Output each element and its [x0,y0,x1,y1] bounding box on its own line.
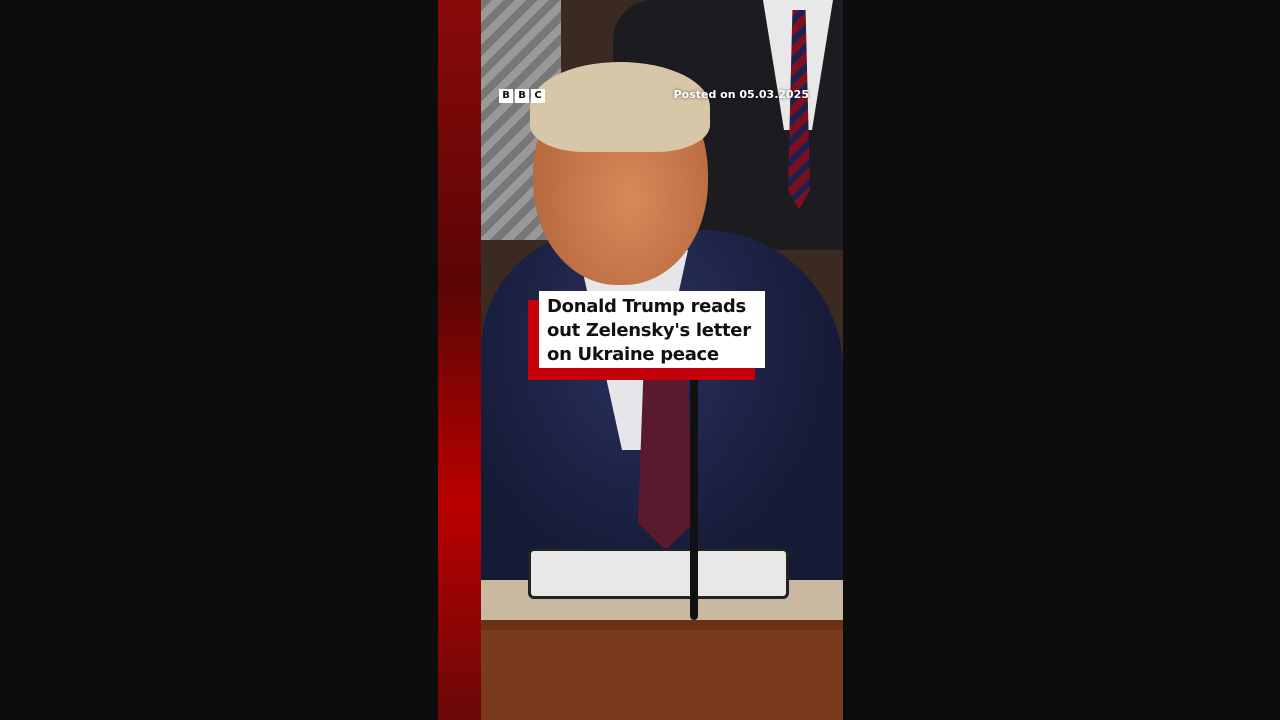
speaker-tie [638,370,693,550]
speaker-hair [530,62,710,152]
caption-line: Donald Trump reads [547,296,746,317]
caption-line: out Zelensky's letter [547,320,751,341]
video-player[interactable]: BBC Posted on 05.03.2025 Donald Trump re… [438,0,843,720]
bbc-logo: BBC [499,89,545,103]
binder [528,548,789,599]
posted-date: Posted on 05.03.2025 [673,88,809,101]
red-strip [438,0,481,720]
caption-box: Donald Trump reads out Zelensky's letter… [539,291,765,368]
caption-line: on Ukraine peace [547,344,719,365]
podium [481,580,843,720]
microphone [690,340,698,620]
